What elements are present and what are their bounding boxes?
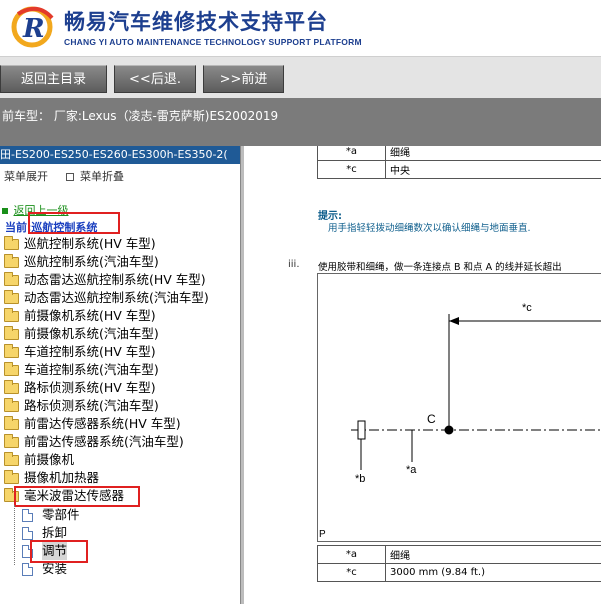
- dimension-label-c: *c: [522, 302, 532, 314]
- tree-leaf-label: 零部件: [42, 507, 80, 522]
- folder-icon: [4, 434, 19, 448]
- site-subtitle: CHANG YI AUTO MAINTENANCE TECHNOLOGY SUP…: [64, 37, 362, 47]
- hint-text: 用手指轻轻拨动细绳数次以确认细绳与地面垂直.: [328, 223, 531, 234]
- selected-highlight-box: [30, 540, 88, 563]
- table-value: 细绳: [385, 146, 601, 161]
- table-row: *c 3000 mm (9.84 ft.): [317, 563, 601, 582]
- current-highlight-box: [28, 212, 120, 234]
- tree-item-label: 摄像机加热器: [24, 470, 100, 485]
- tree-controls: 菜单展开 菜单折叠: [4, 168, 138, 184]
- table-row: *c 中央: [317, 160, 601, 179]
- table-key: *c: [317, 563, 386, 582]
- top-reference-table: *a 细绳 *c 中央: [317, 146, 601, 179]
- folder-icon: [4, 470, 19, 484]
- tree-item-label: 车道控制系统(汽油车型): [24, 362, 159, 377]
- tree-item-label: 动态雷达巡航控制系统(HV 车型): [24, 272, 206, 287]
- content-panel: *a 细绳 *c 中央 提示: 用手指轻轻拨动细绳数次以确认细绳与地面垂直. i…: [244, 146, 601, 604]
- bottom-reference-table: *a 细绳 *c 3000 mm (9.84 ft.): [317, 545, 601, 582]
- expand-menu-button[interactable]: 菜单展开: [4, 170, 48, 183]
- vehicle-model-text: 前车型： 厂家:Lexus（凌志-雷克萨斯)ES2002019: [2, 109, 279, 123]
- table-value: 细绳: [385, 545, 601, 564]
- tree-title: 田-ES200-ES250-ES260-ES300h-ES350-2(: [0, 146, 240, 164]
- collapse-checkbox-icon[interactable]: [65, 173, 74, 181]
- tree-panel: 田-ES200-ES250-ES260-ES300h-ES350-2( 菜单展开…: [0, 146, 240, 604]
- table-key: *a: [317, 146, 386, 161]
- folder-icon: [4, 398, 19, 412]
- folder-icon: [4, 362, 19, 376]
- svg-text:R: R: [22, 14, 45, 44]
- step-text: 使用胶带和细绳，做一条连接点 B 和点 A 的线并延长超出: [318, 262, 562, 273]
- back-button[interactable]: <<后退.: [114, 65, 196, 93]
- document-icon: [22, 563, 33, 576]
- folder-icon: [4, 272, 19, 286]
- tree-item-label: 巡航控制系统(汽油车型): [24, 254, 159, 269]
- vehicle-info-bar: 前车型： 厂家:Lexus（凌志-雷克萨斯)ES2002019: [0, 98, 601, 146]
- site-header: R 畅易汽车维修技术支持平台 CHANG YI AUTO MAINTENANCE…: [0, 0, 601, 56]
- folder-icon: [4, 344, 19, 358]
- back-arrow-icon: [2, 208, 8, 214]
- tree-item-label: 前摄像机: [24, 452, 75, 467]
- diagram-figure: *c C *b *a P: [317, 273, 601, 542]
- folder-icon: [4, 308, 19, 322]
- table-value: 中央: [385, 160, 601, 179]
- document-icon: [22, 527, 33, 540]
- marker-label-a: *a: [406, 464, 417, 476]
- toolbar: 返回主目录 <<后退. >>前进: [0, 56, 601, 98]
- forward-button[interactable]: >>前进: [203, 65, 284, 93]
- folder-icon: [4, 380, 19, 394]
- folder-highlight-box: [14, 486, 140, 507]
- tree-item-label: 动态雷达巡航控制系统(汽油车型): [24, 290, 209, 305]
- tree-item-label: 巡航控制系统(HV 车型): [24, 236, 156, 251]
- tree-item-label: 前摄像机系统(汽油车型): [24, 326, 159, 341]
- step-number: iii.: [288, 259, 300, 270]
- figure-corner-label: P: [319, 529, 326, 540]
- folder-icon: [4, 326, 19, 340]
- collapse-menu-button[interactable]: 菜单折叠: [80, 170, 124, 183]
- folder-icon: [4, 254, 19, 268]
- table-key: *a: [317, 545, 386, 564]
- table-row: *a 细绳: [317, 545, 601, 564]
- table-row: *a 细绳: [317, 146, 601, 161]
- table-key: *c: [317, 160, 386, 179]
- cy-logo-icon: R: [11, 6, 54, 48]
- site-title: 畅易汽车维修技术支持平台: [64, 10, 328, 34]
- point-label-C: C: [427, 412, 436, 426]
- document-icon: [22, 509, 33, 522]
- tree-connector-line: [14, 505, 15, 565]
- tree-item-label: 前雷达传感器系统(汽油车型): [24, 434, 184, 449]
- table-value: 3000 mm (9.84 ft.): [385, 563, 601, 582]
- marker-label-b: *b: [355, 473, 366, 485]
- tree-item-label: 路标侦测系统(汽油车型): [24, 398, 159, 413]
- folder-icon: [4, 290, 19, 304]
- diagram-drawing: [351, 314, 601, 470]
- folder-icon: [4, 236, 19, 250]
- folder-icon: [4, 416, 19, 430]
- home-button[interactable]: 返回主目录: [0, 65, 107, 93]
- tree-item-label: 前雷达传感器系统(HV 车型): [24, 416, 181, 431]
- tree-item-label: 路标侦测系统(HV 车型): [24, 380, 156, 395]
- tree-item-label: 前摄像机系统(HV 车型): [24, 308, 156, 323]
- folder-icon: [4, 452, 19, 466]
- tree-item-label: 车道控制系统(HV 车型): [24, 344, 156, 359]
